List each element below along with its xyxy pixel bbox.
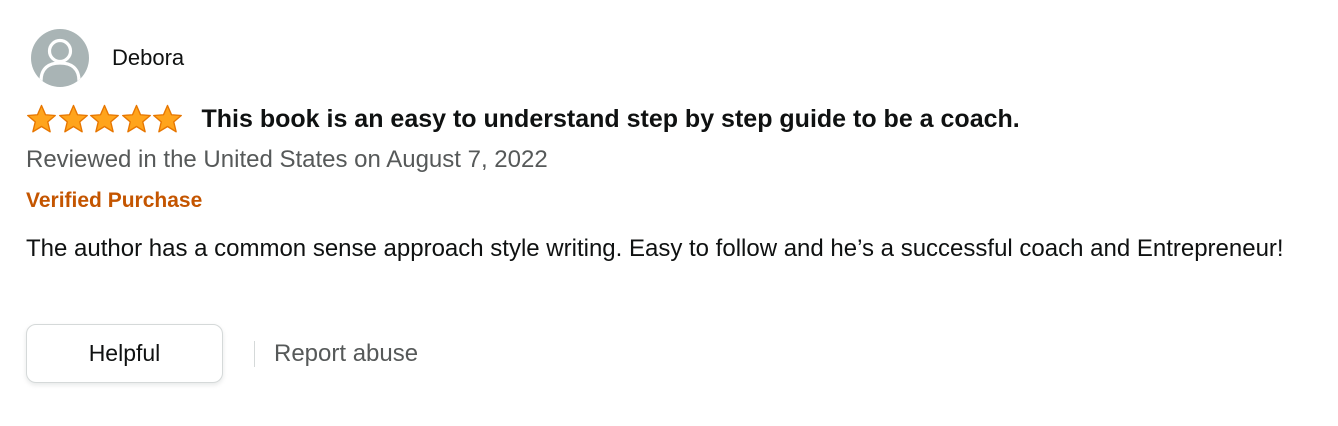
review-card: Debora This book is an easy to understan… bbox=[0, 0, 1338, 426]
star-icon bbox=[153, 104, 182, 133]
helpful-button[interactable]: Helpful bbox=[26, 324, 223, 383]
reviewer-profile[interactable]: Debora bbox=[31, 29, 184, 87]
star-rating[interactable] bbox=[26, 104, 184, 134]
rating-row: This book is an easy to understand step … bbox=[26, 104, 1020, 134]
review-body: The author has a common sense approach s… bbox=[26, 235, 1284, 262]
user-silhouette-icon bbox=[39, 38, 81, 82]
avatar[interactable] bbox=[31, 29, 89, 87]
report-abuse-link[interactable]: Report abuse bbox=[274, 340, 418, 368]
review-date: Reviewed in the United States on August … bbox=[26, 146, 548, 173]
star-icon bbox=[58, 104, 88, 133]
verified-purchase-badge: Verified Purchase bbox=[26, 189, 203, 212]
star-icon bbox=[121, 104, 151, 133]
action-divider bbox=[254, 340, 255, 367]
reviewer-name[interactable]: Debora bbox=[112, 45, 184, 71]
star-icon bbox=[90, 104, 119, 133]
review-title[interactable]: This book is an easy to understand step … bbox=[202, 105, 1020, 134]
star-icon bbox=[27, 104, 56, 133]
review-actions: Helpful Report abuse bbox=[26, 324, 418, 383]
